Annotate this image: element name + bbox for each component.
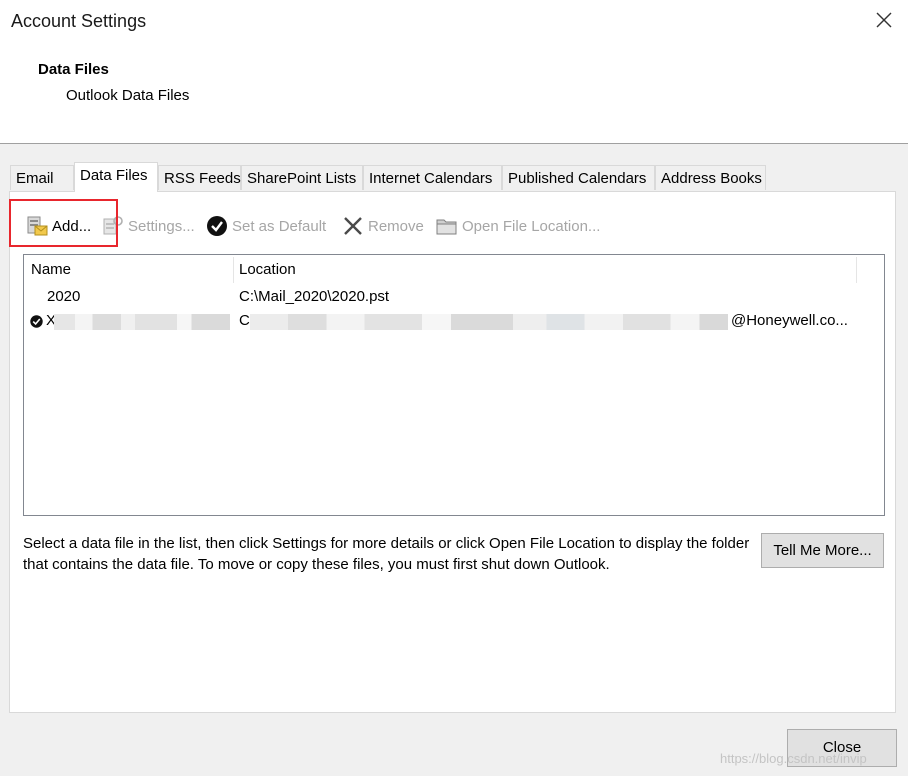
checkmark-circle-icon	[207, 216, 227, 236]
remove-button-label: Remove	[368, 217, 424, 235]
remove-button[interactable]: Remove	[342, 212, 424, 240]
column-header-name[interactable]: Name	[24, 255, 234, 285]
tab-internet-calendars[interactable]: Internet Calendars	[363, 165, 502, 190]
add-button-label: Add...	[52, 217, 92, 235]
redacted-text	[250, 314, 728, 330]
open-file-location-button[interactable]: Open File Location...	[436, 212, 600, 240]
tab-data-files[interactable]: Data Files	[74, 162, 158, 192]
tell-me-more-button[interactable]: Tell Me More...	[761, 533, 884, 568]
default-checkmark-icon	[30, 315, 43, 328]
open-file-location-label: Open File Location...	[462, 217, 601, 235]
settings-button-label: Settings...	[128, 217, 195, 235]
tab-sharepoint-lists[interactable]: SharePoint Lists	[241, 165, 363, 190]
data-file-location-suffix: @Honeywell.co...	[731, 312, 848, 329]
window-title: Account Settings	[11, 11, 147, 31]
watermark: https://blog.csdn.net/invip	[720, 751, 867, 766]
close-icon[interactable]	[872, 8, 896, 32]
data-file-location: C:\Mail_2020\2020.pst	[239, 288, 390, 305]
add-data-file-icon	[27, 216, 48, 236]
redacted-text	[54, 314, 230, 330]
info-text: Select a data file in the list, then cli…	[23, 535, 750, 573]
tab-published-calendars[interactable]: Published Calendars	[502, 165, 655, 190]
section-title: Data Files	[38, 61, 109, 78]
section-subtitle: Outlook Data Files	[66, 87, 190, 104]
remove-x-icon	[344, 217, 362, 235]
data-file-name: 2020	[47, 288, 81, 305]
settings-icon	[103, 216, 123, 235]
tab-strip: Email Data Files RSS Feeds SharePoint Li…	[10, 162, 890, 192]
dialog-header: Account Settings Data Files Outlook Data…	[0, 0, 908, 144]
tab-rss-feeds[interactable]: RSS Feeds	[158, 165, 241, 190]
tab-address-books[interactable]: Address Books	[655, 165, 766, 190]
data-files-list[interactable]: Name Location 2020 C:\Mail_2020\2020.pst…	[23, 254, 885, 516]
column-separator	[856, 257, 857, 283]
data-file-location-prefix: C	[239, 312, 250, 329]
folder-icon	[436, 219, 457, 235]
list-item[interactable]: X C @Honeywell.co...	[24, 309, 884, 333]
tab-email[interactable]: Email	[10, 165, 74, 190]
add-button[interactable]: Add...	[26, 212, 91, 240]
column-header-location[interactable]: Location	[232, 255, 852, 285]
set-as-default-button[interactable]: Set as Default	[206, 212, 326, 240]
list-item[interactable]: 2020 C:\Mail_2020\2020.pst	[24, 285, 884, 309]
settings-button[interactable]: Settings...	[102, 212, 195, 240]
set-as-default-label: Set as Default	[232, 217, 327, 235]
